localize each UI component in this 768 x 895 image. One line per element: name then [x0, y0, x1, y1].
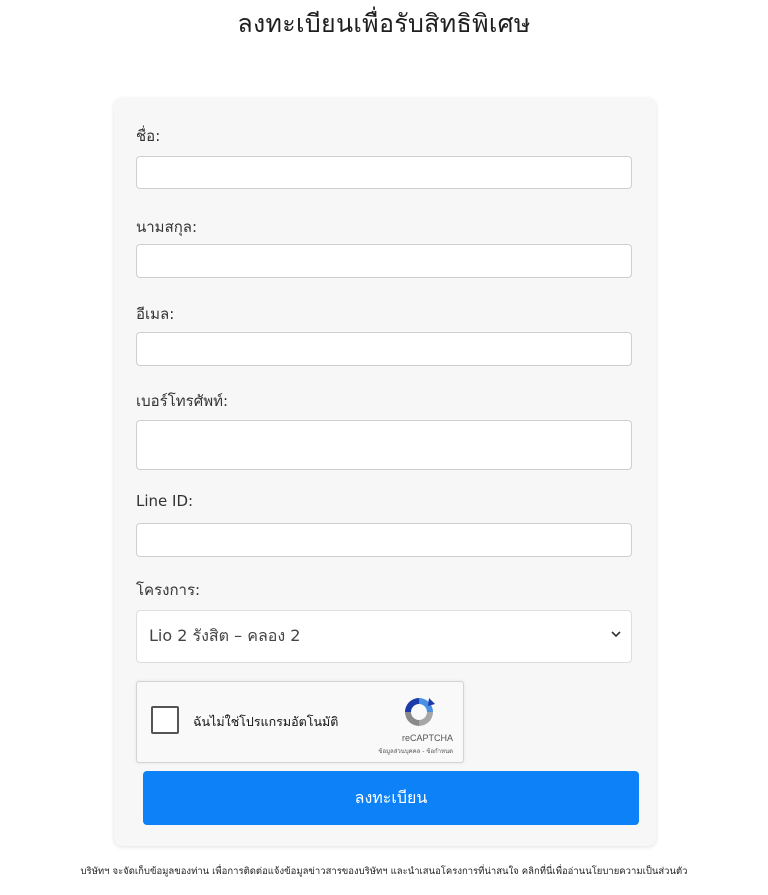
- recaptcha-terms-link[interactable]: ข้อมูลส่วนบุคคล - ข้อกำหนด: [378, 746, 453, 756]
- register-button[interactable]: ลงทะเบียน: [143, 771, 639, 825]
- last-name-input[interactable]: [136, 244, 632, 278]
- project-label: โครงการ:: [136, 581, 201, 599]
- first-name-input[interactable]: [136, 156, 632, 189]
- recaptcha-checkbox[interactable]: [151, 706, 179, 734]
- chevron-down-icon: [611, 631, 621, 638]
- recaptcha-widget: ฉันไม่ใช่โปรแกรมอัตโนมัติ reCAPTCHA ข้อม…: [136, 681, 464, 763]
- line-id-input[interactable]: [136, 523, 632, 557]
- recaptcha-logo-icon: [405, 698, 435, 726]
- privacy-notice[interactable]: บริษัทฯ จะจัดเก็บข้อมูลของท่าน เพื่อการต…: [0, 864, 768, 879]
- email-label: อีเมล:: [136, 305, 175, 323]
- line-id-label: Line ID:: [136, 492, 194, 510]
- last-name-label: นามสกุล:: [136, 218, 198, 236]
- project-selected-value: Lio 2 รังสิต – คลอง 2: [149, 626, 301, 645]
- page-title: ลงทะเบียนเพื่อรับสิทธิพิเศษ: [237, 9, 531, 38]
- phone-input[interactable]: [136, 420, 632, 470]
- email-input[interactable]: [136, 332, 632, 366]
- recaptcha-brand: reCAPTCHA: [401, 733, 453, 743]
- first-name-label: ชื่อ:: [136, 127, 161, 145]
- recaptcha-label: ฉันไม่ใช่โปรแกรมอัตโนมัติ: [193, 714, 339, 729]
- phone-label: เบอร์โทรศัพท์:: [136, 392, 229, 410]
- registration-form: ชื่อ: นามสกุล: อีเมล: เบอร์โทรศัพท์: Lin…: [114, 98, 656, 846]
- project-select[interactable]: Lio 2 รังสิต – คลอง 2: [136, 610, 632, 663]
